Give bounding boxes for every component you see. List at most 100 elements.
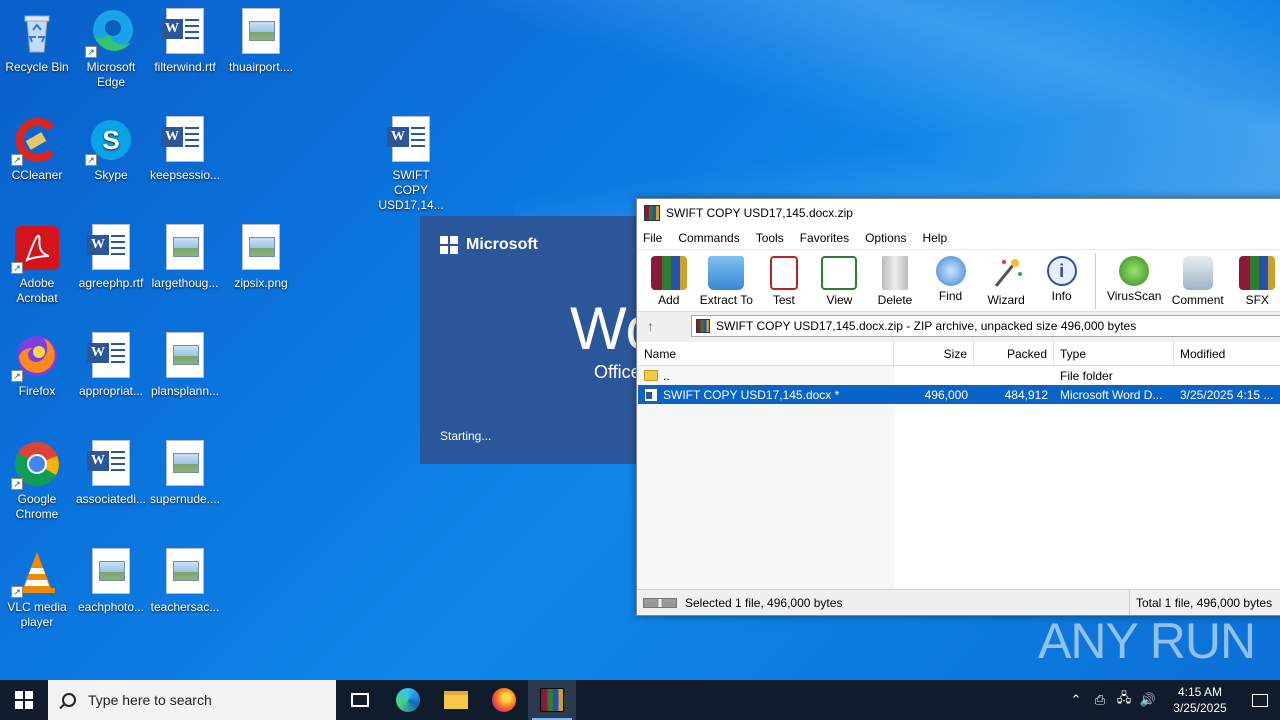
shortcut-arrow-icon: ↗	[11, 262, 23, 274]
desktop-icon-recycle-bin[interactable]: Recycle Bin	[0, 8, 74, 75]
up-arrow-icon[interactable]: ↑	[647, 318, 667, 334]
desktop-icon-keepsession[interactable]: W keepsessio...	[148, 116, 222, 183]
chevron-up-icon[interactable]: ⌃	[1064, 692, 1088, 708]
shortcut-arrow-icon: ↗	[85, 46, 97, 58]
desktop-icon-swift-copy[interactable]: W SWIFT COPY USD17,14...	[374, 116, 448, 213]
image-file-icon	[161, 440, 209, 488]
clock-time: 4:15 AM	[1177, 685, 1223, 699]
toolbar-wizard-button[interactable]: Wizard	[978, 250, 1034, 307]
desktop-icon-zipsix[interactable]: zipsix.png	[224, 224, 298, 291]
taskbar-file-explorer[interactable]	[432, 680, 480, 720]
desktop-icon-appropriat[interactable]: W appropriat...	[74, 332, 148, 399]
archive-app-icon	[644, 205, 660, 221]
menu-tools[interactable]: Tools	[756, 231, 792, 245]
file-list[interactable]: Name Size Packed Type Modified .. File f…	[638, 342, 1280, 590]
path-field[interactable]: SWIFT COPY USD17,145.docx.zip - ZIP arch…	[691, 314, 1280, 337]
wizard-wand-icon	[988, 256, 1024, 290]
virusscan-bug-icon	[1119, 256, 1150, 286]
desktop-icon-label: Firefox	[18, 384, 56, 398]
toolbar-label: SFX	[1245, 293, 1269, 307]
desktop-icon-adobe-acrobat[interactable]: ↗ Adobe Acrobat	[0, 224, 74, 306]
desktop-icon-eachphoto[interactable]: eachphoto...	[74, 548, 148, 615]
row-type: Microsoft Word D...	[1060, 387, 1163, 402]
desktop-icon-associatedi[interactable]: W associatedi...	[74, 440, 148, 507]
desktop-icon-label: VLC media player	[7, 600, 67, 629]
word-document-icon: W	[161, 8, 209, 56]
desktop-icon-edge[interactable]: ↗ Microsoft Edge	[74, 8, 148, 90]
notification-button[interactable]	[1240, 693, 1280, 707]
menu-favorites[interactable]: Favorites	[800, 231, 857, 245]
network-icon[interactable]: 🖧	[1112, 689, 1136, 711]
table-row-selected[interactable]: SWIFT COPY USD17,145.docx * 496,000 484,…	[638, 385, 1280, 404]
skype-icon: S ↗	[85, 116, 135, 166]
toolbar-info-button[interactable]: i Info	[1034, 250, 1090, 303]
taskbar-edge[interactable]	[384, 680, 432, 720]
desktop-icon-teachersac[interactable]: teachersac...	[148, 548, 222, 615]
image-file-icon	[161, 332, 209, 380]
desktop-icon-firefox[interactable]: ↗ Firefox	[0, 332, 74, 399]
desktop-icon-thuairport[interactable]: thuairport....	[224, 8, 298, 75]
column-header-packed[interactable]: Packed	[974, 342, 1054, 365]
toolbar-comment-button[interactable]: Comment	[1166, 250, 1230, 307]
toolbar-label: VirusScan	[1106, 289, 1162, 303]
desktop-icon-label: teachersac...	[150, 600, 220, 614]
window-titlebar[interactable]: SWIFT COPY USD17,145.docx.zip	[637, 199, 1280, 227]
menu-commands[interactable]: Commands	[678, 231, 747, 245]
taskbar-search-box[interactable]: Type here to search	[48, 680, 336, 720]
add-archive-icon	[650, 256, 687, 290]
toolbar-view-button[interactable]: View	[812, 250, 868, 307]
menu-help[interactable]: Help	[922, 231, 955, 245]
toolbar-label: Info	[1051, 289, 1072, 303]
word-document-icon: W	[161, 116, 209, 164]
taskbar-firefox[interactable]	[480, 680, 528, 720]
desktop-icon-largethoug[interactable]: largethoug...	[148, 224, 222, 291]
column-header-type[interactable]: Type	[1054, 342, 1174, 365]
delete-trash-icon	[882, 256, 908, 290]
toolbar-label: Find	[938, 289, 963, 303]
desktop-icon-plansplann[interactable]: plansplann...	[148, 332, 222, 399]
toolbar: Add Extract To Test View Delete Find Wiz…	[637, 249, 1280, 311]
start-button[interactable]	[0, 680, 48, 720]
archive-window[interactable]: SWIFT COPY USD17,145.docx.zip File Comma…	[636, 198, 1280, 616]
task-view-button[interactable]	[336, 680, 384, 720]
vlc-cone-icon: ↗	[11, 548, 61, 598]
toolbar-test-button[interactable]: Test	[756, 250, 812, 307]
toolbar-sfx-button[interactable]: SFX	[1229, 250, 1280, 307]
desktop-icon-label: associatedi...	[75, 492, 147, 506]
desktop-icon-skype[interactable]: S ↗ Skype	[74, 116, 148, 183]
toolbar-label: Add	[658, 293, 680, 307]
toolbar-delete-button[interactable]: Delete	[867, 250, 923, 307]
taskbar-winrar[interactable]	[528, 680, 576, 720]
word-document-icon: W	[87, 332, 135, 380]
view-book-icon	[821, 256, 858, 290]
taskbar-clock[interactable]: 4:15 AM 3/25/2025	[1160, 684, 1240, 716]
winrar-icon	[540, 688, 564, 712]
desktop-icon-google-chrome[interactable]: ↗ Google Chrome	[0, 440, 74, 522]
desktop-icon-agreephp[interactable]: W agreephp.rtf	[74, 224, 148, 291]
column-header-size[interactable]: Size	[894, 342, 974, 365]
table-row[interactable]: .. File folder	[638, 366, 1280, 385]
menu-file[interactable]: File	[643, 231, 670, 245]
toolbar-extract-button[interactable]: Extract To	[697, 250, 757, 307]
desktop-icon-vlc[interactable]: ↗ VLC media player	[0, 548, 74, 630]
desktop-icon-filterwind[interactable]: W filterwind.rtf	[148, 8, 222, 75]
desktop-icon-label: agreephp.rtf	[78, 276, 144, 290]
device-icon[interactable]: ⎙	[1088, 692, 1112, 708]
volume-icon[interactable]: 🔊	[1136, 692, 1160, 708]
word-document-icon: W	[87, 224, 135, 272]
toolbar-virusscan-button[interactable]: VirusScan	[1102, 250, 1166, 303]
column-header-name[interactable]: Name	[638, 342, 894, 365]
menu-options[interactable]: Options	[865, 231, 914, 245]
sfx-icon	[1239, 256, 1276, 290]
image-file-icon	[87, 548, 135, 596]
desktop-icon-ccleaner[interactable]: ↗ CCleaner	[0, 116, 74, 183]
column-header-modified[interactable]: Modified	[1174, 342, 1280, 365]
toolbar-add-button[interactable]: Add	[641, 250, 697, 307]
row-name: ..	[663, 368, 670, 383]
desktop-icon-supernude[interactable]: supernude....	[148, 440, 222, 507]
notification-icon	[1252, 693, 1268, 707]
drive-icon[interactable]	[643, 597, 677, 608]
word-file-icon	[644, 387, 658, 402]
toolbar-find-button[interactable]: Find	[923, 250, 979, 303]
row-name: SWIFT COPY USD17,145.docx *	[663, 387, 840, 402]
